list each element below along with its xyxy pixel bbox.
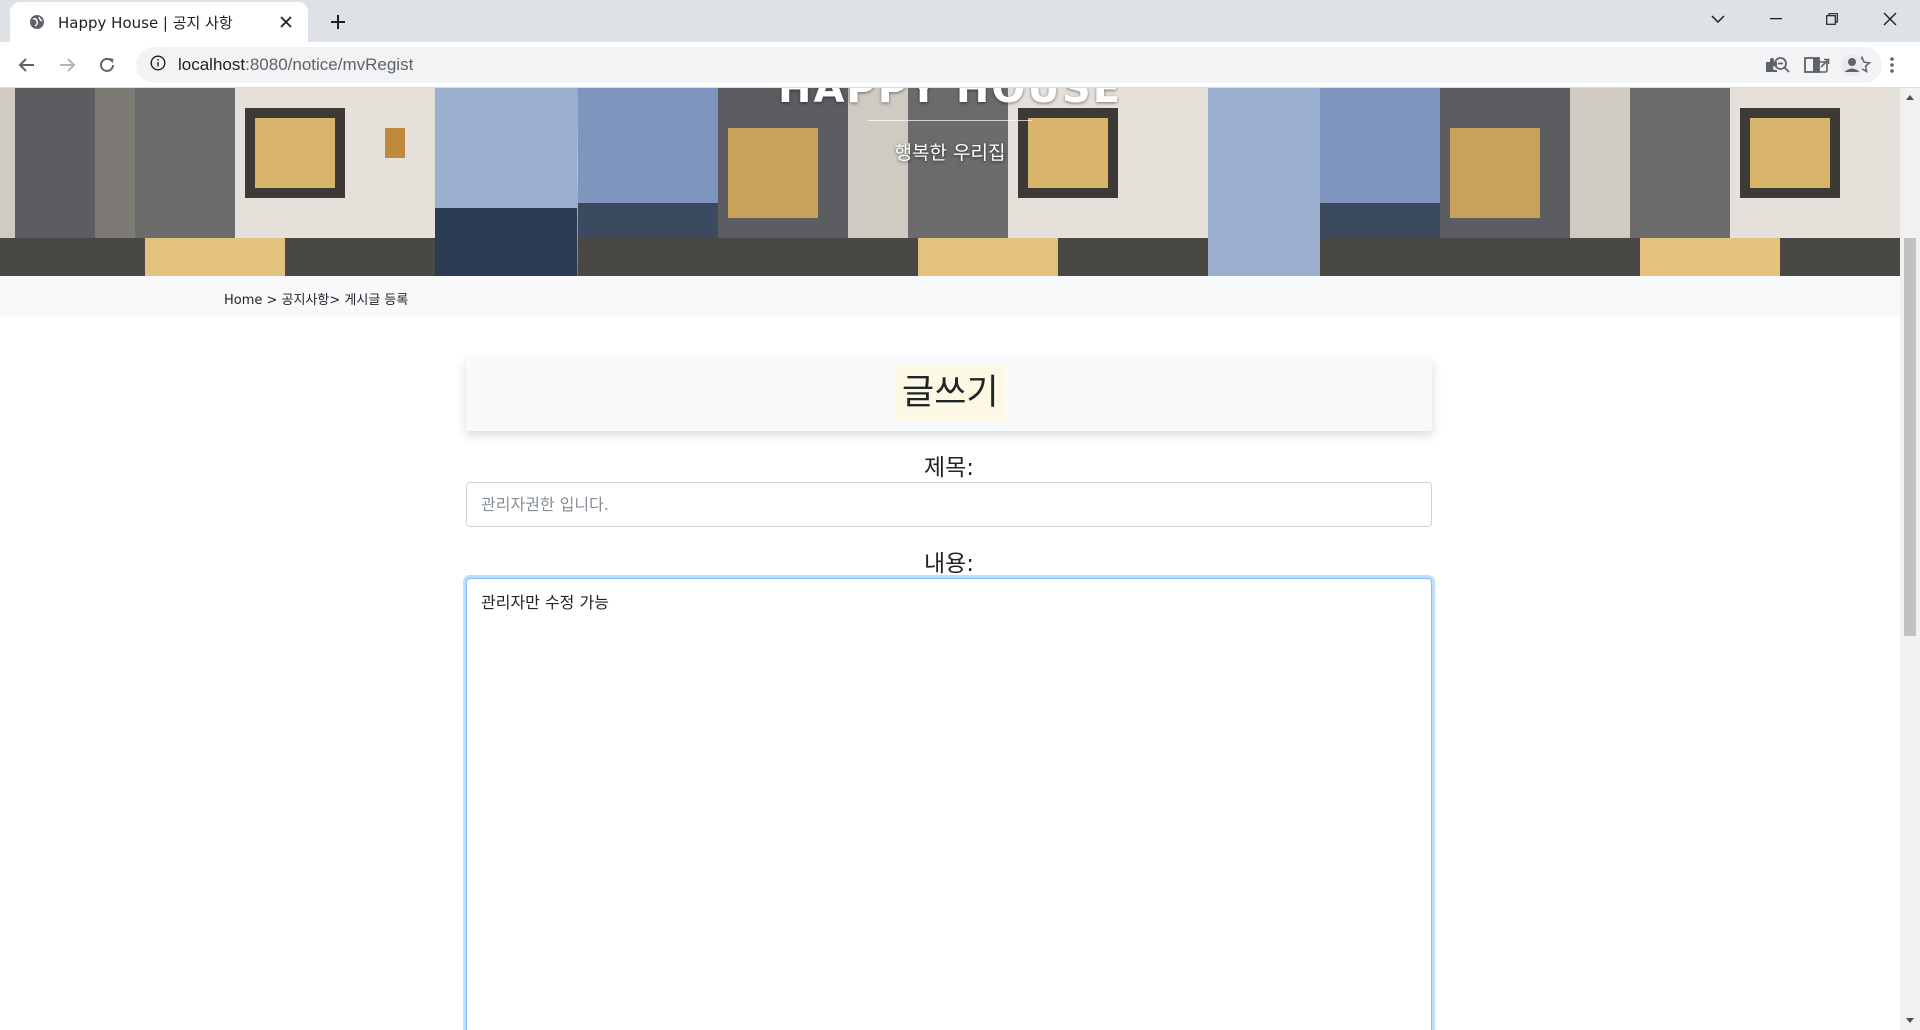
back-arrow-icon[interactable] xyxy=(11,49,43,81)
globe-icon xyxy=(28,13,46,31)
content-label: 내용: xyxy=(923,551,975,577)
tab-strip: Happy House | 공지 사항 xyxy=(0,0,1920,42)
scroll-up-arrow-icon[interactable] xyxy=(1900,88,1920,106)
scroll-down-arrow-icon[interactable] xyxy=(1900,1012,1920,1030)
new-tab-button[interactable] xyxy=(324,8,352,36)
menu-kebab-icon[interactable] xyxy=(1876,49,1908,81)
page-scrollbar[interactable] xyxy=(1900,88,1920,1030)
page-viewport: HAPPY HOUSE 행복한 우리집 Home > 공지사항> 게시글 등록 … xyxy=(0,88,1900,1030)
profile-avatar-icon[interactable] xyxy=(1836,49,1868,81)
hero-banner: HAPPY HOUSE 행복한 우리집 xyxy=(0,88,1900,276)
close-icon[interactable] xyxy=(276,12,296,32)
breadcrumb-bar: Home > 공지사항> 게시글 등록 xyxy=(0,276,1900,316)
address-bar[interactable]: localhost:8080/notice/mvRegist xyxy=(136,47,1882,83)
title-label: 제목: xyxy=(923,455,975,481)
browser-tab[interactable]: Happy House | 공지 사항 xyxy=(10,2,308,42)
page-heading-card: 글쓰기 xyxy=(466,358,1432,431)
forward-arrow-icon[interactable] xyxy=(51,49,83,81)
house-photo-image xyxy=(0,88,577,276)
breadcrumb: Home > 공지사항> 게시글 등록 xyxy=(224,293,409,308)
content-textarea[interactable]: 관리자만 수정 가능 xyxy=(466,578,1432,1030)
side-panel-icon[interactable] xyxy=(1796,49,1828,81)
close-window-icon[interactable] xyxy=(1862,0,1918,38)
reload-icon[interactable] xyxy=(91,49,123,81)
minimize-icon[interactable] xyxy=(1748,0,1804,38)
tab-search-icon[interactable] xyxy=(1690,0,1746,38)
page-title: 글쓰기 xyxy=(896,366,1005,421)
hero-divider xyxy=(868,120,1032,121)
restore-icon[interactable] xyxy=(1804,0,1860,38)
scrollbar-thumb[interactable] xyxy=(1904,238,1916,636)
info-icon[interactable] xyxy=(150,55,166,75)
browser-toolbar: localhost:8080/notice/mvRegist xyxy=(0,42,1920,88)
title-input[interactable] xyxy=(466,482,1432,527)
site-subtitle: 행복한 우리집 xyxy=(894,142,1006,164)
url-text: localhost:8080/notice/mvRegist xyxy=(178,55,414,74)
house-photo-image xyxy=(1320,88,1900,276)
house-photo-image xyxy=(578,88,1320,276)
tab-title: Happy House | 공지 사항 xyxy=(58,13,233,32)
site-title: HAPPY HOUSE xyxy=(777,88,1123,112)
extensions-puzzle-icon[interactable] xyxy=(1756,49,1788,81)
